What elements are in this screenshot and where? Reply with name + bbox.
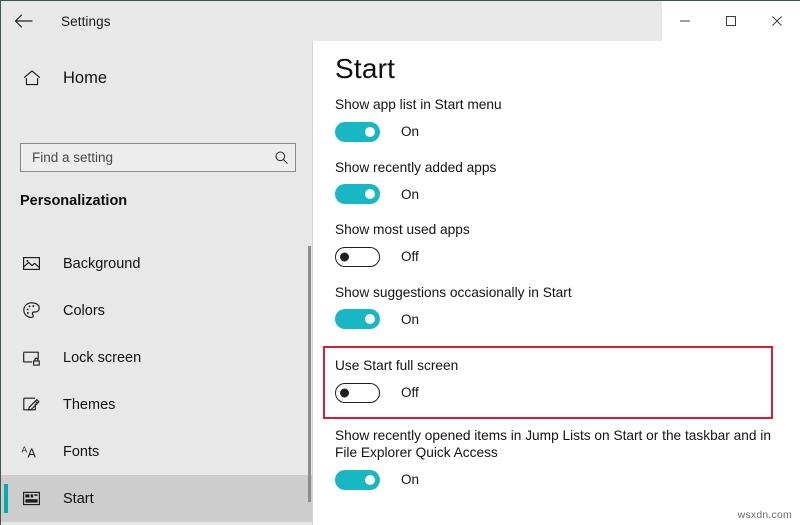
toggle-state-label: Off bbox=[401, 249, 419, 264]
toggle-row: On bbox=[335, 309, 785, 329]
toggle-state-label: Off bbox=[401, 385, 419, 400]
sidebar-item-label: Start bbox=[63, 490, 94, 507]
sidebar-item-label: Lock screen bbox=[63, 349, 142, 366]
page-title: Start bbox=[335, 53, 396, 84]
sidebar-item-label: Fonts bbox=[63, 443, 100, 460]
sidebar-item-fonts[interactable]: A A Fonts bbox=[1, 428, 312, 475]
sidebar-item-colors[interactable]: Colors bbox=[1, 287, 312, 334]
start-grid-icon bbox=[20, 488, 42, 510]
sidebar-item-home[interactable]: Home bbox=[1, 58, 312, 98]
toggle-knob bbox=[365, 314, 375, 324]
watermark: wsxdn.com bbox=[737, 509, 792, 521]
setting-label: Show suggestions occasionally in Start bbox=[335, 284, 572, 300]
lock-screen-icon bbox=[20, 347, 42, 369]
setting-show-app-list: Show app list in Start menu On bbox=[335, 96, 785, 142]
settings-window: Settings Home Find a setting Personaliza… bbox=[0, 0, 800, 525]
palette-icon bbox=[20, 300, 42, 322]
back-button[interactable] bbox=[1, 1, 45, 41]
toggle-knob bbox=[365, 126, 375, 137]
setting-label: Show recently opened items in Jump Lists… bbox=[335, 427, 771, 461]
setting-label: Show most used apps bbox=[335, 222, 470, 237]
toggle-show-most-used-apps[interactable] bbox=[335, 246, 380, 267]
toggle-knob bbox=[340, 252, 349, 261]
setting-show-most-used-apps: Show most used apps Off bbox=[335, 221, 785, 267]
sidebar-item-label: Themes bbox=[63, 396, 116, 413]
toggle-show-app-list[interactable] bbox=[335, 121, 380, 142]
setting-show-recently-opened-items: Show recently opened items in Jump Lists… bbox=[335, 427, 785, 490]
search-box[interactable] bbox=[20, 143, 296, 172]
toggle-show-suggestions[interactable] bbox=[335, 309, 380, 329]
setting-show-recently-added-apps: Show recently added apps On bbox=[335, 159, 785, 204]
toggle-row: On bbox=[335, 184, 785, 204]
sidebar-item-themes[interactable]: Themes bbox=[1, 381, 312, 428]
window-controls bbox=[662, 1, 800, 41]
setting-use-start-full-screen: Use Start full screen Off bbox=[323, 346, 773, 418]
toggle-show-recently-added-apps[interactable] bbox=[335, 184, 380, 204]
font-aa-icon: A A bbox=[20, 441, 42, 463]
toggle-knob bbox=[340, 388, 349, 397]
toggle-state-label: On bbox=[401, 124, 420, 139]
toggle-row: Off bbox=[335, 246, 785, 267]
sidebar-scrollbar-thumb[interactable] bbox=[308, 246, 311, 502]
sidebar-scrollbar[interactable] bbox=[308, 246, 311, 502]
toggle-row: Off bbox=[335, 382, 773, 403]
toggle-knob bbox=[365, 474, 375, 485]
toggle-use-start-full-screen[interactable] bbox=[335, 382, 380, 403]
toggle-knob bbox=[365, 189, 375, 199]
picture-icon bbox=[20, 253, 42, 275]
close-button[interactable] bbox=[754, 1, 800, 41]
toggle-row: On bbox=[335, 121, 785, 142]
sidebar-section-title: Personalization bbox=[20, 193, 128, 209]
toggle-show-recently-opened-items[interactable] bbox=[335, 469, 380, 490]
svg-text:A: A bbox=[27, 447, 36, 461]
setting-label: Show app list in Start menu bbox=[335, 97, 502, 112]
sidebar-home-label: Home bbox=[63, 68, 108, 87]
sidebar-item-lock-screen[interactable]: Lock screen bbox=[1, 334, 312, 381]
setting-show-suggestions: Show suggestions occasionally in Start O… bbox=[335, 284, 785, 329]
window-title: Settings bbox=[61, 13, 111, 29]
setting-label: Use Start full screen bbox=[335, 358, 459, 373]
toggle-state-label: On bbox=[401, 311, 420, 327]
toggle-state-label: On bbox=[401, 186, 420, 202]
toggle-row: On bbox=[335, 469, 785, 490]
sidebar-item-background[interactable]: Background bbox=[1, 240, 312, 287]
setting-label: Show recently added apps bbox=[335, 159, 497, 175]
main-content: Start Show app list in Start menu On Sho… bbox=[313, 41, 800, 525]
sidebar-nav-list: Background Colors Lock screen Themes A A… bbox=[1, 240, 312, 525]
sidebar: Home Personalization bbox=[1, 41, 312, 525]
search-input[interactable] bbox=[21, 150, 267, 165]
toggle-state-label: On bbox=[401, 472, 420, 487]
settings-list: Show app list in Start menu On Show rece… bbox=[323, 96, 785, 507]
sidebar-item-label: Background bbox=[63, 255, 141, 272]
sidebar-item-label: Colors bbox=[63, 302, 105, 319]
home-icon bbox=[21, 67, 43, 89]
sidebar-item-start[interactable]: Start bbox=[1, 475, 312, 522]
maximize-button[interactable] bbox=[708, 1, 754, 41]
minimize-button[interactable] bbox=[662, 1, 708, 41]
brush-icon bbox=[20, 394, 42, 416]
search-icon[interactable] bbox=[267, 144, 295, 171]
